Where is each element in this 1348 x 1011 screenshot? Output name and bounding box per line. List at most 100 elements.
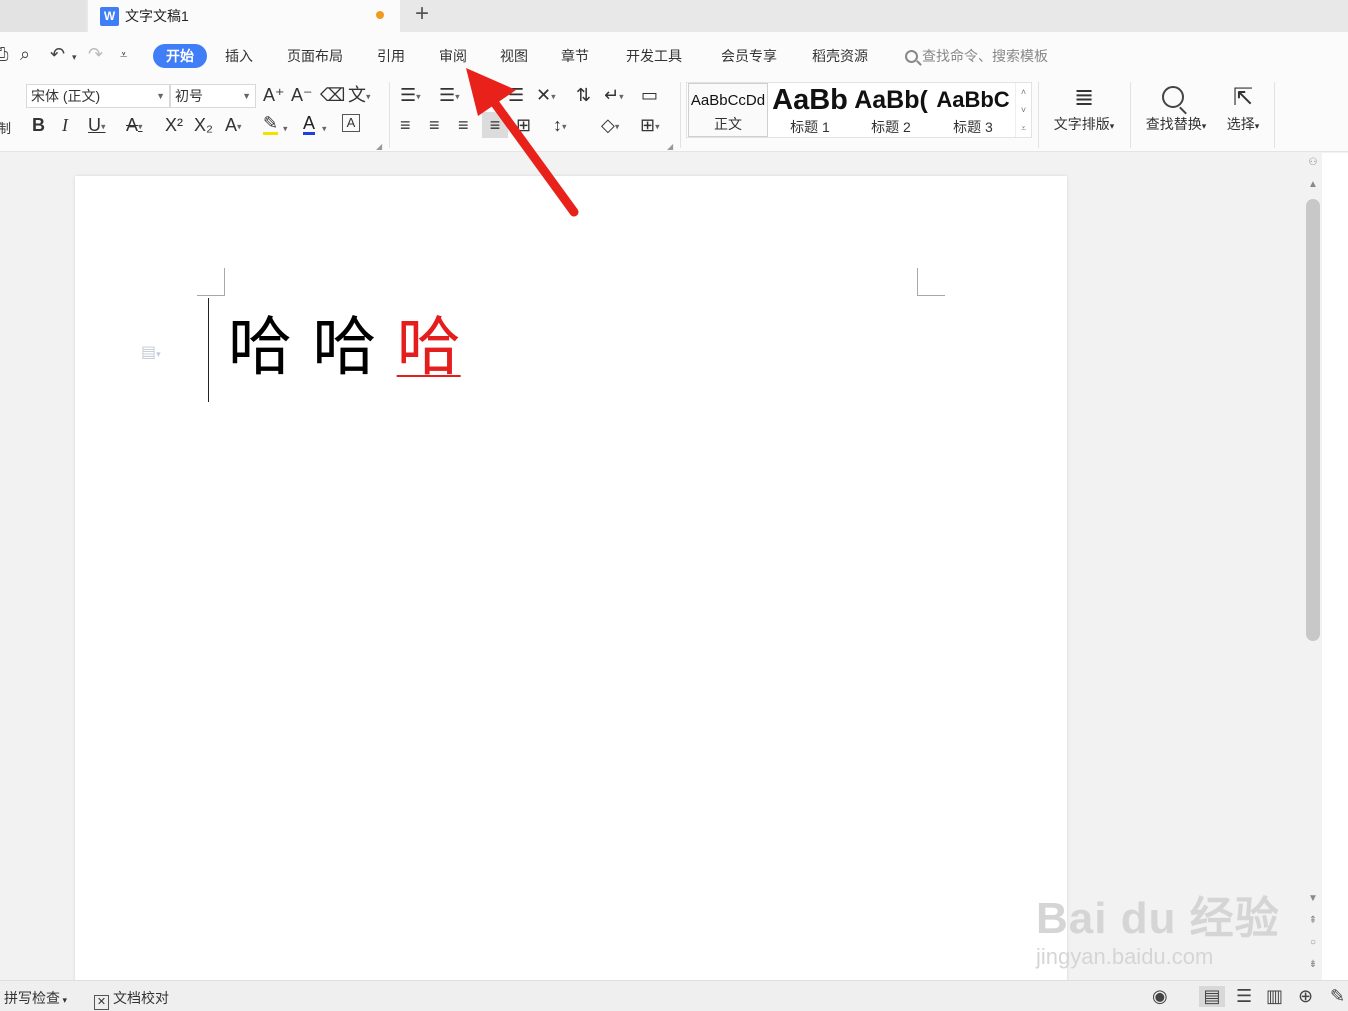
print-preview-icon[interactable]: ⌕ [20, 44, 30, 65]
scroll-options-icon[interactable]: ⚇ [1304, 157, 1322, 168]
align-right-icon[interactable]: ≡ [458, 114, 469, 136]
next-page-icon[interactable]: ⇟ [1304, 959, 1322, 970]
menu-chapter[interactable]: 章节 [561, 44, 589, 68]
clear-format-icon[interactable]: ⌫ [320, 84, 345, 106]
spell-check-button[interactable]: 拼写检查 ▾ [4, 988, 67, 1008]
web-view-icon[interactable]: ⊕ [1298, 986, 1313, 1007]
ribbon-divider [680, 82, 681, 148]
vertical-scrollbar[interactable]: ⚇ ▲ ▼ ⇞ ○ ⇟ [1304, 153, 1322, 980]
superscript-icon[interactable]: X² [165, 114, 183, 136]
document-text-line[interactable]: 哈 哈 哈 [228, 308, 461, 388]
paragraph-settings-icon[interactable]: ▤▾ [141, 342, 161, 362]
style-gallery-scroll[interactable]: ˄ ˅ ⩡ [1015, 83, 1031, 137]
style-heading-3[interactable]: AaBbC 标题 3 [932, 83, 1014, 137]
menu-start[interactable]: 开始 [153, 44, 207, 68]
font-name-select[interactable]: 宋体 (正文) ▼ [26, 84, 170, 108]
chevron-up-icon[interactable]: ˄ [1016, 83, 1031, 101]
save-icon[interactable]: ⎙ [0, 44, 8, 65]
distributed-icon[interactable]: ⊞ [516, 114, 531, 136]
line-spacing-icon[interactable]: ↕▾ [553, 114, 567, 137]
font-color-dropdown-icon[interactable]: ▾ [322, 116, 327, 139]
style-heading-1[interactable]: AaBb 标题 1 [770, 83, 850, 137]
spell-check-label: 拼写检查 [4, 990, 60, 1006]
strikethrough-icon[interactable]: A▾ [126, 114, 143, 137]
outline-view-icon[interactable]: ☰ [1236, 986, 1252, 1007]
text-effect-icon[interactable]: A▾ [225, 114, 242, 137]
align-left-icon[interactable]: ≡ [400, 114, 411, 136]
chinese-layout-icon[interactable]: ✕▾ [536, 84, 556, 107]
scroll-up-icon[interactable]: ▲ [1304, 179, 1322, 190]
numbering-icon[interactable]: ☰▾ [439, 84, 460, 107]
grow-font-icon[interactable]: A⁺ [263, 84, 285, 106]
proof-icon: ✕ [94, 995, 109, 1010]
highlight-icon[interactable]: ✎ [263, 114, 279, 135]
style-sample: AaBb( [854, 86, 928, 114]
customize-quick-access-icon[interactable]: ⩡ [120, 47, 127, 63]
phonetic-guide-icon[interactable]: 文▾ [348, 84, 371, 107]
undo-icon[interactable]: ↶ [50, 44, 65, 65]
new-tab-button[interactable]: + [410, 2, 434, 27]
menu-page-layout[interactable]: 页面布局 [287, 44, 343, 68]
search-icon [905, 50, 918, 63]
magnifier-icon [1140, 82, 1212, 115]
menu-docer-resources[interactable]: 稻壳资源 [812, 44, 868, 68]
writing-mode-icon[interactable]: ✎ [1330, 986, 1345, 1007]
text-layout-button[interactable]: ≣ 文字排版▾ [1048, 82, 1120, 134]
undo-dropdown-icon[interactable]: ▾ [72, 52, 77, 63]
justify-icon[interactable]: ≡ [482, 112, 508, 138]
subscript-icon[interactable]: X₂ [194, 114, 213, 136]
font-name-value: 宋体 (正文) [31, 88, 101, 104]
italic-icon[interactable]: I [62, 114, 68, 136]
wps-writer-icon: W [100, 6, 119, 26]
font-size-select[interactable]: 初号 ▼ [170, 84, 256, 108]
redo-icon[interactable]: ↷ [88, 44, 103, 65]
character-border-icon[interactable]: A [342, 114, 360, 132]
reading-view-icon[interactable]: ▥ [1266, 986, 1283, 1007]
chevron-down-icon[interactable]: ˅ [1016, 101, 1031, 119]
scroll-down-icon[interactable]: ▼ [1304, 893, 1322, 904]
menu-view[interactable]: 视图 [500, 44, 528, 68]
shading-icon[interactable]: ◇▾ [601, 114, 619, 137]
document-area[interactable]: ▤▾ 哈 哈 哈 [0, 153, 1304, 980]
find-replace-button[interactable]: 查找替换▾ [1140, 82, 1212, 134]
underline-icon[interactable]: U▾ [88, 114, 106, 137]
table-tools-icon[interactable]: ▭ [641, 84, 658, 106]
expand-gallery-icon[interactable]: ⩡ [1016, 119, 1031, 137]
show-marks-icon[interactable]: ↵▾ [604, 84, 624, 107]
indent-icon[interactable]: ☰ [508, 84, 524, 106]
bullets-icon[interactable]: ☰▾ [400, 84, 421, 107]
ribbon-divider [1274, 82, 1275, 148]
sort-icon[interactable]: ⇅ [576, 84, 591, 106]
bold-icon[interactable]: B [32, 114, 45, 136]
align-center-icon[interactable]: ≡ [429, 114, 440, 136]
ribbon-divider [389, 82, 390, 148]
doc-proof-button[interactable]: ✕ 文档校对 [94, 988, 169, 1010]
previous-tab[interactable] [0, 0, 86, 32]
find-replace-label: 查找替换 [1145, 116, 1202, 132]
eye-protection-icon[interactable]: ◉ [1152, 986, 1168, 1007]
menu-developer-tools[interactable]: 开发工具 [626, 44, 682, 68]
page-view-icon[interactable]: ▤ [1199, 986, 1225, 1007]
previous-page-icon[interactable]: ⇞ [1304, 915, 1322, 926]
format-painter-label[interactable]: 制 [0, 118, 11, 140]
margin-corner-top-left [197, 268, 225, 296]
menu-references[interactable]: 引用 [377, 44, 405, 68]
status-bar: 拼写检查 ▾ ✕ 文档校对 ◉ ▤ ☰ ▥ ⊕ ✎ [0, 980, 1348, 1011]
scrollbar-thumb[interactable] [1306, 199, 1320, 641]
highlight-dropdown-icon[interactable]: ▾ [283, 116, 288, 139]
menu-review[interactable]: 审阅 [439, 44, 467, 68]
menu-member[interactable]: 会员专享 [721, 44, 777, 68]
select-button[interactable]: ⇱ 选择▾ [1218, 82, 1268, 134]
shrink-font-icon[interactable]: A⁻ [291, 84, 313, 106]
select-browse-object-icon[interactable]: ○ [1304, 937, 1322, 948]
style-heading-2[interactable]: AaBb( 标题 2 [851, 83, 931, 137]
document-tab[interactable]: W 文字文稿1 [88, 0, 400, 32]
document-page[interactable]: ▤▾ 哈 哈 哈 [75, 176, 1067, 980]
style-normal[interactable]: AaBbCcDd 正文 [688, 83, 768, 137]
command-search-placeholder: 查找命令、搜索模板 [922, 48, 1048, 64]
text-cursor [208, 298, 209, 402]
command-search[interactable]: 查找命令、搜索模板 [905, 44, 1048, 68]
borders-icon[interactable]: ⊞▾ [640, 114, 660, 137]
menu-insert[interactable]: 插入 [225, 44, 253, 68]
font-color-icon[interactable]: A [303, 114, 316, 135]
